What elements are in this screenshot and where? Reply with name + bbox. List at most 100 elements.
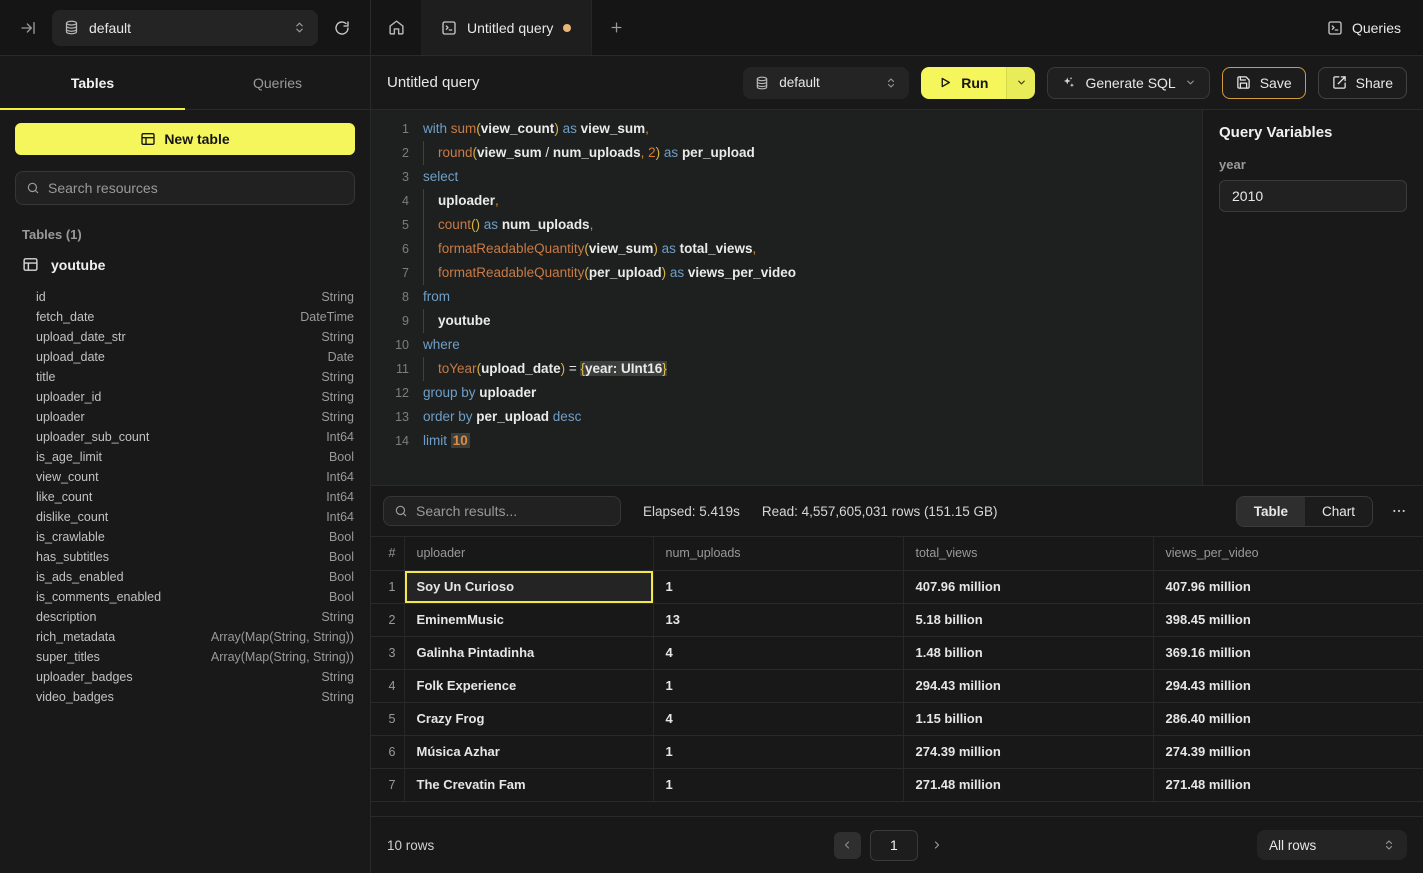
table-cell[interactable]: The Crevatin Fam bbox=[404, 768, 653, 801]
column-header[interactable]: views_per_video bbox=[1153, 537, 1423, 570]
query-title: Untitled query bbox=[387, 74, 480, 91]
code-line[interactable]: 10where bbox=[383, 333, 1202, 357]
table-cell[interactable]: 271.48 million bbox=[1153, 768, 1423, 801]
sidebar-content: New table Tables (1) youtube idStringfet… bbox=[0, 110, 370, 707]
home-button[interactable] bbox=[371, 0, 421, 55]
home-icon bbox=[388, 19, 405, 36]
variable-input-year[interactable] bbox=[1219, 180, 1407, 212]
column-name: uploader_sub_count bbox=[36, 430, 149, 444]
column-header[interactable]: num_uploads bbox=[653, 537, 903, 570]
table-cell[interactable]: 398.45 million bbox=[1153, 603, 1423, 636]
table-cell[interactable]: 1 bbox=[653, 669, 903, 702]
code-line[interactable]: 3select bbox=[383, 165, 1202, 189]
table-cell[interactable]: 407.96 million bbox=[903, 570, 1153, 603]
schema-column-row: titleString bbox=[36, 367, 354, 387]
code-line[interactable]: 7 formatReadableQuantity(per_upload) as … bbox=[383, 261, 1202, 285]
sidebar-tab-tables[interactable]: Tables bbox=[0, 56, 185, 109]
new-table-button[interactable]: New table bbox=[15, 123, 355, 155]
column-header[interactable]: total_views bbox=[903, 537, 1153, 570]
table-cell[interactable]: 5.18 billion bbox=[903, 603, 1153, 636]
resources-search-input[interactable] bbox=[48, 180, 344, 196]
table-cell[interactable]: 294.43 million bbox=[1153, 669, 1423, 702]
column-name: uploader_badges bbox=[36, 670, 133, 684]
column-header[interactable]: uploader bbox=[404, 537, 653, 570]
run-options-button[interactable] bbox=[1006, 67, 1035, 99]
table-cell[interactable]: 407.96 million bbox=[1153, 570, 1423, 603]
table-cell[interactable]: 1.48 billion bbox=[903, 636, 1153, 669]
sql-editor[interactable]: 1with sum(view_count) as view_sum,2 roun… bbox=[371, 110, 1202, 485]
table-cell[interactable]: 1 bbox=[653, 570, 903, 603]
table-cell[interactable]: EminemMusic bbox=[404, 603, 653, 636]
main-area: Untitled query Queries Untitled query bbox=[371, 0, 1423, 873]
table-cell[interactable]: Música Azhar bbox=[404, 735, 653, 768]
tab-untitled-query[interactable]: Untitled query bbox=[421, 0, 592, 55]
share-button-label: Share bbox=[1356, 75, 1393, 91]
new-tab-button[interactable] bbox=[592, 0, 640, 55]
refresh-button[interactable] bbox=[330, 16, 354, 40]
table-cell[interactable]: 4 bbox=[653, 636, 903, 669]
schema-column-row: super_titlesArray(Map(String, String)) bbox=[36, 647, 354, 667]
share-button[interactable]: Share bbox=[1318, 67, 1407, 99]
save-button[interactable]: Save bbox=[1222, 67, 1306, 99]
column-type: Bool bbox=[329, 530, 354, 544]
play-icon bbox=[939, 76, 952, 89]
table-cell[interactable]: Soy Un Curioso bbox=[404, 570, 653, 603]
page-size-select[interactable]: All rows bbox=[1257, 830, 1407, 860]
table-cell[interactable]: 1 bbox=[653, 768, 903, 801]
sidebar-tab-queries[interactable]: Queries bbox=[185, 56, 370, 109]
current-page-indicator[interactable]: 1 bbox=[870, 830, 918, 861]
toolbar-database-select[interactable]: default bbox=[743, 67, 909, 99]
table-cell[interactable]: 286.40 million bbox=[1153, 702, 1423, 735]
code-line[interactable]: 2 round(view_sum / num_uploads, 2) as pe… bbox=[383, 141, 1202, 165]
view-toggle-table[interactable]: Table bbox=[1237, 497, 1305, 526]
generate-sql-button[interactable]: Generate SQL bbox=[1047, 67, 1209, 99]
results-search-input[interactable] bbox=[416, 503, 610, 519]
row-number: 1 bbox=[371, 570, 404, 603]
table-cell[interactable]: 274.39 million bbox=[1153, 735, 1423, 768]
search-icon bbox=[394, 504, 408, 518]
sidebar-item-youtube-table[interactable]: youtube bbox=[15, 252, 355, 277]
run-button[interactable]: Run bbox=[921, 67, 1006, 99]
view-toggle: TableChart bbox=[1236, 496, 1373, 527]
code-line[interactable]: 8from bbox=[383, 285, 1202, 309]
code-line[interactable]: 9 youtube bbox=[383, 309, 1202, 333]
table-cell[interactable]: Galinha Pintadinha bbox=[404, 636, 653, 669]
table-cell[interactable]: 13 bbox=[653, 603, 903, 636]
code-line[interactable]: 6 formatReadableQuantity(view_sum) as to… bbox=[383, 237, 1202, 261]
table-cell[interactable]: 271.48 million bbox=[903, 768, 1153, 801]
line-number: 8 bbox=[383, 285, 409, 309]
table-cell[interactable]: 294.43 million bbox=[903, 669, 1153, 702]
next-page-button[interactable] bbox=[927, 835, 947, 855]
schema-column-row: fetch_dateDateTime bbox=[36, 307, 354, 327]
table-cell[interactable]: 1 bbox=[653, 735, 903, 768]
code-line[interactable]: 14limit 10 bbox=[383, 429, 1202, 453]
table-cell[interactable]: 274.39 million bbox=[903, 735, 1153, 768]
code-line[interactable]: 11 toYear(upload_date) = {year: UInt16} bbox=[383, 357, 1202, 381]
row-number: 3 bbox=[371, 636, 404, 669]
more-options-button[interactable] bbox=[1387, 499, 1411, 523]
table-cell[interactable]: 1.15 billion bbox=[903, 702, 1153, 735]
run-split-button: Run bbox=[921, 67, 1035, 99]
view-toggle-chart[interactable]: Chart bbox=[1305, 497, 1372, 526]
column-name: super_titles bbox=[36, 650, 100, 664]
code-line[interactable]: 12group by uploader bbox=[383, 381, 1202, 405]
previous-page-button[interactable] bbox=[834, 832, 861, 859]
column-name: upload_date_str bbox=[36, 330, 126, 344]
column-name: id bbox=[36, 290, 46, 304]
database-select[interactable]: default bbox=[52, 10, 318, 46]
new-table-label: New table bbox=[164, 131, 229, 147]
code-line[interactable]: 1with sum(view_count) as view_sum, bbox=[383, 117, 1202, 141]
code-line[interactable]: 4 uploader, bbox=[383, 189, 1202, 213]
code-line[interactable]: 13order by per_upload desc bbox=[383, 405, 1202, 429]
column-type: Bool bbox=[329, 550, 354, 564]
column-header[interactable]: # bbox=[371, 537, 404, 570]
table-cell[interactable]: Crazy Frog bbox=[404, 702, 653, 735]
read-stat: Read: 4,557,605,031 rows (151.15 GB) bbox=[762, 504, 998, 519]
table-cell[interactable]: Folk Experience bbox=[404, 669, 653, 702]
code-line[interactable]: 5 count() as num_uploads, bbox=[383, 213, 1202, 237]
column-name: rich_metadata bbox=[36, 630, 115, 644]
table-cell[interactable]: 4 bbox=[653, 702, 903, 735]
collapse-sidebar-button[interactable] bbox=[16, 16, 40, 40]
table-cell[interactable]: 369.16 million bbox=[1153, 636, 1423, 669]
queries-panel-button[interactable]: Queries bbox=[1327, 20, 1401, 36]
